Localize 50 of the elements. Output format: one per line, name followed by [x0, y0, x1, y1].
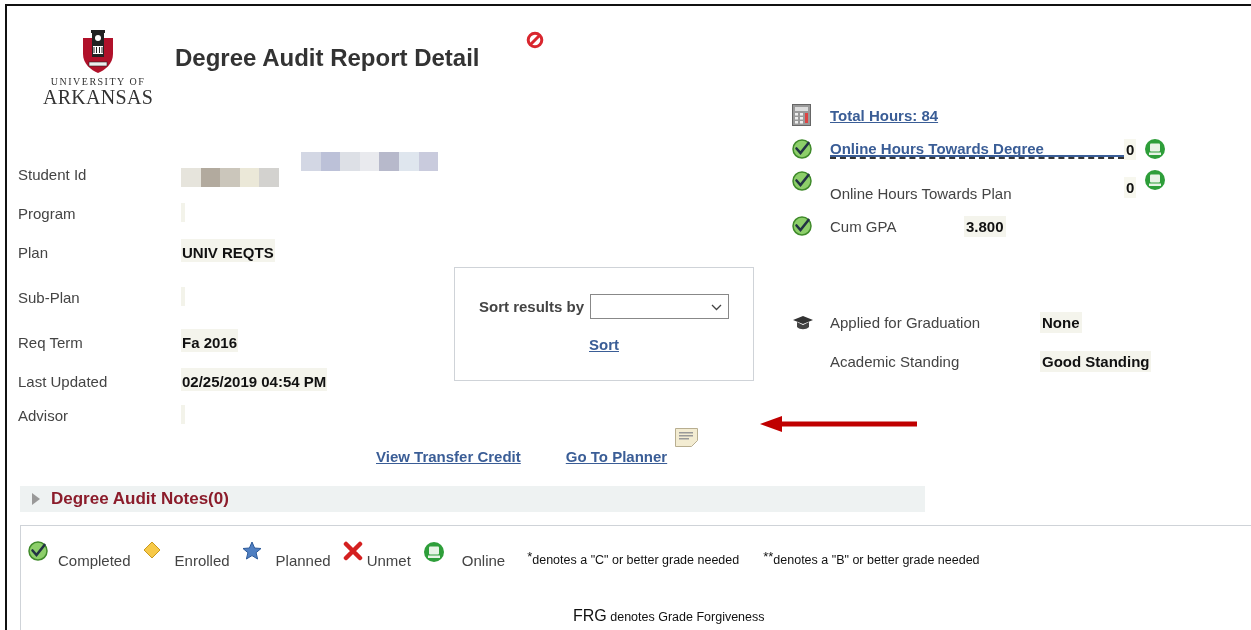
logo-text: ARKANSAS [42, 87, 154, 107]
check-icon [792, 171, 812, 191]
legend-label: Planned [275, 552, 331, 569]
field-label: Program [18, 204, 77, 222]
field-label: Advisor [18, 406, 70, 424]
field-value: 02/25/2019 04:54 PM [181, 368, 328, 391]
field-label: Student Id [18, 165, 88, 183]
field-label: Sub-Plan [18, 288, 81, 306]
legend-label: Unmet [366, 552, 411, 569]
summary-link[interactable]: Total Hours: 84 [830, 106, 939, 124]
summary-label: Applied for Graduation [830, 314, 982, 331]
legend-label: Online [461, 552, 506, 569]
x-icon [342, 541, 363, 561]
planner-link[interactable]: Go To Planner [565, 448, 668, 465]
field-label: Plan [18, 243, 50, 261]
check-icon [28, 541, 48, 561]
star-icon [241, 541, 262, 560]
online-icon [422, 541, 445, 563]
sort-dropdown[interactable] [590, 294, 729, 319]
calculator-icon [792, 104, 811, 126]
graduation-cap-icon [792, 314, 814, 331]
field-label: Req Term [18, 333, 84, 351]
summary-value: 0 [1124, 177, 1137, 198]
check-icon [792, 216, 812, 236]
page-title: Degree Audit Report Detail [175, 44, 480, 72]
sort-label: Sort results by [479, 298, 584, 315]
logo-text: UNIVERSITY OF [50, 76, 146, 87]
frg-description: denotes Grade Forgiveness [610, 610, 765, 624]
diamond-icon [142, 541, 161, 559]
legend-label: Completed [58, 552, 131, 569]
transfer-credit-link[interactable]: View Transfer Credit [376, 448, 521, 465]
prohibited-icon [525, 31, 544, 49]
summary-value: None [1040, 312, 1082, 333]
summary-value: 0 [1124, 138, 1137, 160]
note-icon[interactable] [675, 428, 699, 447]
notes-section-header[interactable]: Degree Audit Notes(0) [20, 486, 925, 512]
check-icon [792, 139, 812, 159]
legend-label: Enrolled [174, 552, 230, 569]
chevron-down-icon [711, 304, 722, 311]
summary-label: Academic Standing [830, 352, 961, 370]
summary-label: Online Hours Towards Plan [830, 184, 1013, 202]
field-label: Last Updated [18, 372, 109, 390]
sort-link[interactable]: Sort [589, 336, 619, 353]
summary-link[interactable]: Online Hours Towards Degree [830, 139, 1124, 159]
frg-abbreviation: FRG [573, 607, 607, 624]
field-value: Fa 2016 [181, 329, 239, 352]
summary-value: Good Standing [1040, 350, 1152, 372]
field-value: UNIV REQTS [181, 239, 275, 262]
summary-value: 3.800 [964, 215, 1006, 237]
summary-label: Cum GPA [830, 217, 898, 235]
